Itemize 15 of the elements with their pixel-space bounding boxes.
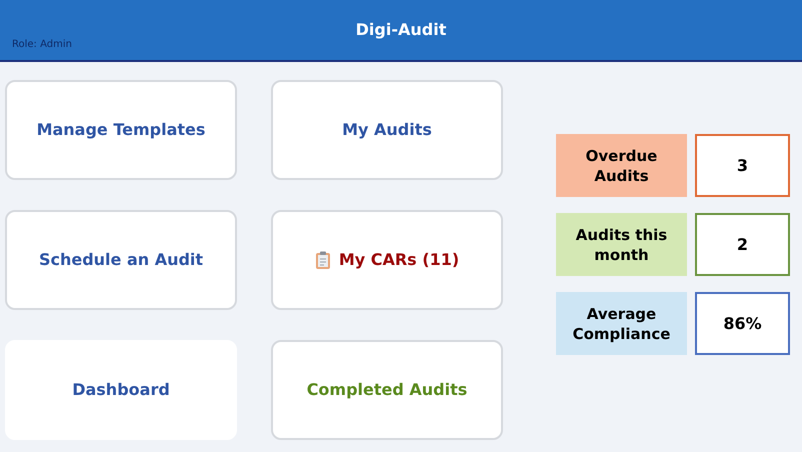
menu-tile[interactable]: Schedule an Audit [5,210,237,310]
stat-label: Average Compliance [556,292,687,355]
clipboard-icon [314,250,331,270]
stat-value: 3 [695,134,790,197]
menu-tile[interactable]: Completed Audits [271,340,503,440]
stat-label: Overdue Audits [556,134,687,197]
stat-label: Audits this month [556,213,687,276]
app-title: Digi-Audit [356,19,446,41]
stat-value: 2 [695,213,790,276]
role-label: Role: Admin [12,38,72,52]
menu-tile[interactable]: Manage Templates [5,80,237,180]
menu-tile[interactable]: My Audits [271,80,503,180]
menu-tile[interactable]: Dashboard [5,340,237,440]
menu-tile[interactable]: My CARs (11) [271,210,503,310]
stat-value: 86% [695,292,790,355]
